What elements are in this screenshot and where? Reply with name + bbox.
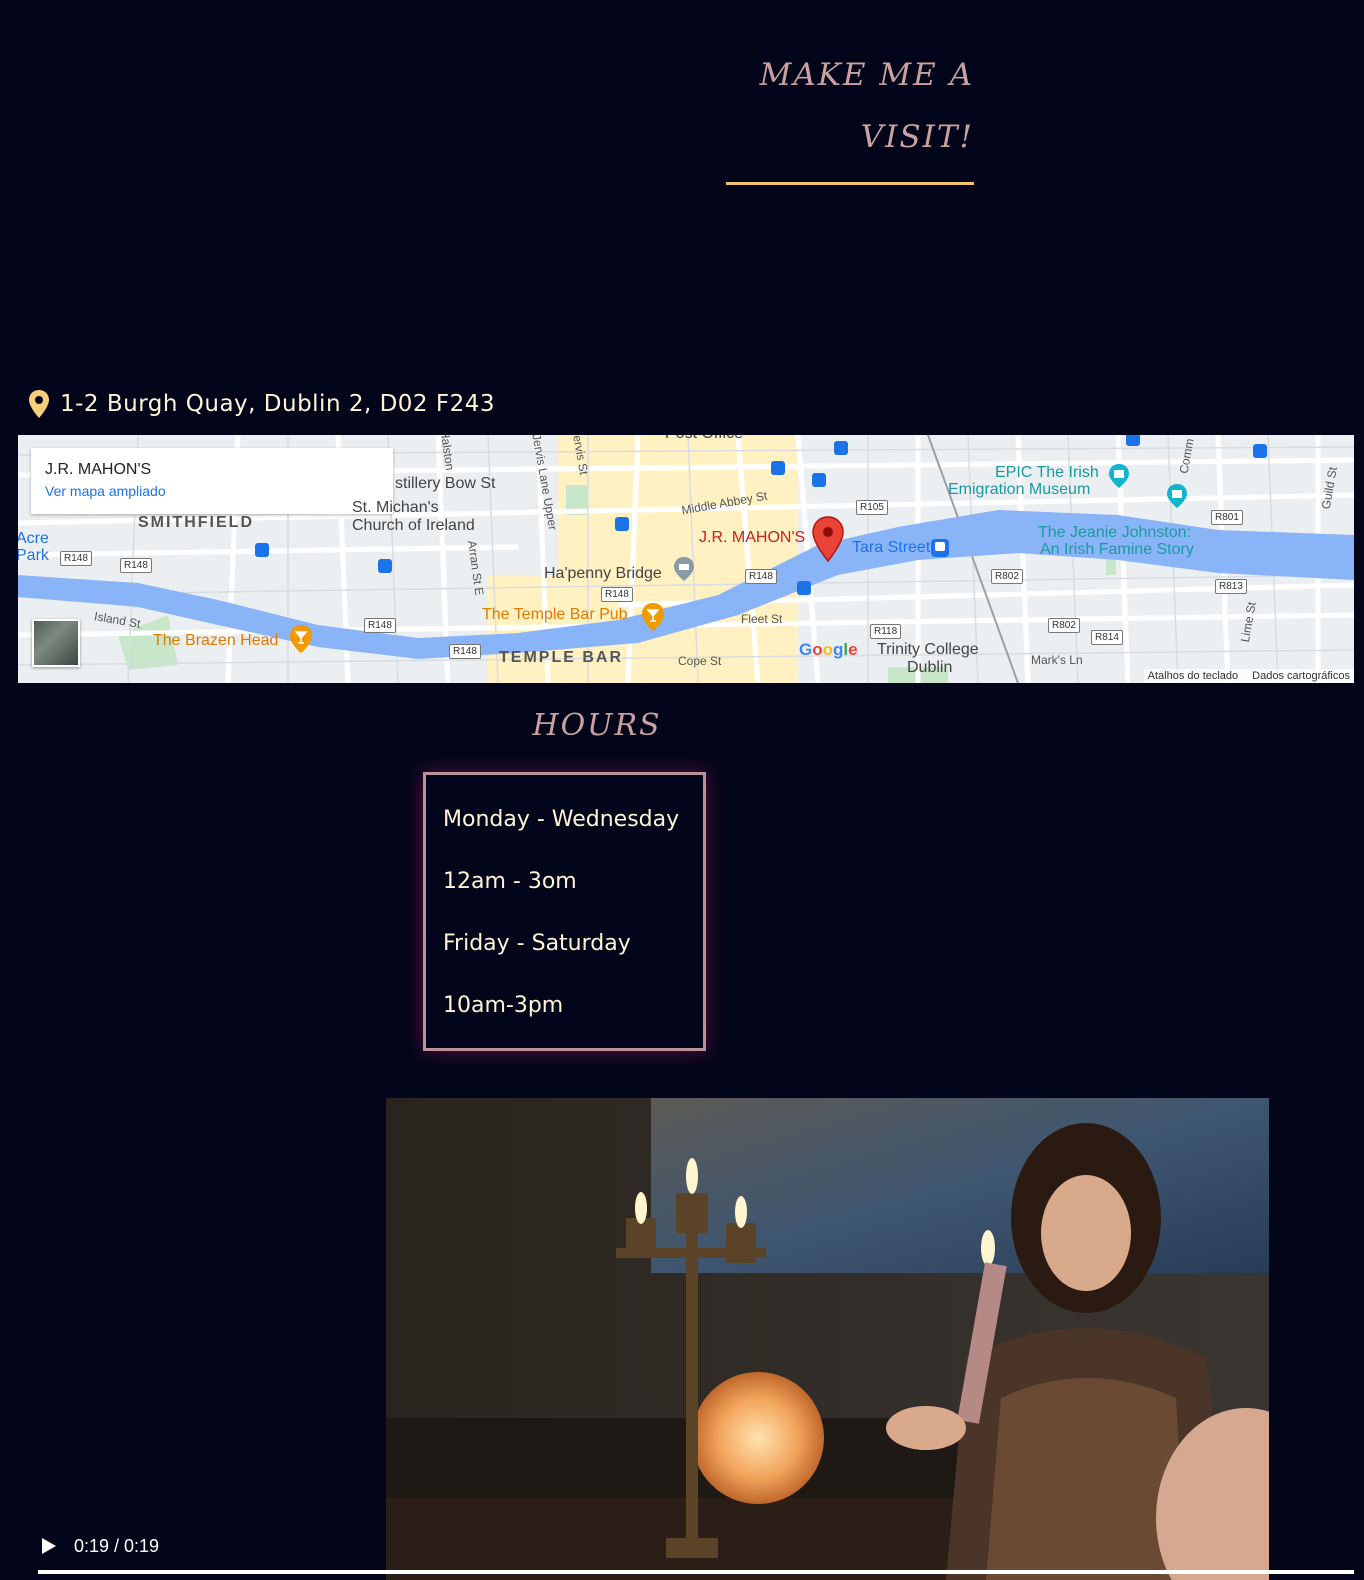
hours-days-1: Monday - Wednesday — [443, 807, 680, 832]
map-label-epic-1[interactable]: EPIC The Irish — [995, 464, 1099, 482]
video-progress-fill — [38, 1570, 1354, 1574]
bar-marker-icon-2[interactable] — [289, 624, 313, 654]
map-footer: Atalhos do teclado Dados cartográficos — [1143, 669, 1354, 683]
train-station-icon[interactable] — [930, 538, 950, 558]
embedded-map[interactable]: J.R. MAHON'S Ver mapa ampliado Post Offi… — [18, 435, 1354, 683]
bus-stop-icon-8[interactable] — [1253, 444, 1267, 458]
hours-time-2: 10am-3pm — [443, 993, 564, 1018]
bus-stop-icon-4[interactable] — [771, 461, 785, 475]
bus-stop-icon-5[interactable] — [812, 473, 826, 487]
map-label-bridge[interactable]: Ha'penny Bridge — [544, 565, 662, 583]
address-row: 1-2 Burgh Quay, Dublin 2, D02 F243 — [28, 382, 495, 426]
route-r148-a: R148 — [60, 551, 92, 566]
map-label-church-2[interactable]: Church of Ireland — [352, 517, 475, 535]
route-r801: R801 — [1211, 510, 1243, 525]
map-label-tara-street[interactable]: Tara Street — [852, 539, 930, 557]
video-player[interactable] — [386, 1098, 1269, 1580]
map-label-jeanie-2[interactable]: An Irish Famine Story — [1040, 541, 1194, 559]
map-data-link[interactable]: Dados cartográficos — [1252, 670, 1350, 682]
hours-time-1: 12am - 3om — [443, 869, 577, 894]
hours-days-2: Friday - Saturday — [443, 931, 631, 956]
bus-stop-icon-6[interactable] — [834, 441, 848, 455]
route-r802-b: R802 — [1048, 618, 1080, 633]
route-r148-f: R148 — [745, 569, 777, 584]
video-time: 0:19 / 0:19 — [74, 1535, 160, 1556]
route-r814: R814 — [1091, 630, 1123, 645]
route-r118: R118 — [870, 624, 902, 639]
map-marker-label[interactable]: J.R. MAHON'S — [699, 529, 805, 547]
map-card-title: J.R. MAHON'S — [45, 461, 152, 478]
route-r148-b: R148 — [120, 558, 152, 573]
bridge-marker-icon[interactable] — [673, 556, 695, 582]
route-r802-a: R802 — [991, 569, 1023, 584]
larger-map-link[interactable]: Ver mapa ampliado — [45, 483, 379, 499]
map-label-brazen-head[interactable]: The Brazen Head — [153, 632, 278, 650]
heading-underline — [726, 182, 974, 185]
map-label-trinity-1[interactable]: Trinity College — [877, 641, 979, 659]
bus-stop-icon-3[interactable] — [615, 517, 629, 531]
address-text: 1-2 Burgh Quay, Dublin 2, D02 F243 — [60, 391, 496, 417]
route-r148-d: R148 — [449, 644, 481, 659]
map-label-jeanie-1[interactable]: The Jeanie Johnston: — [1038, 524, 1191, 542]
play-icon[interactable] — [42, 1538, 56, 1554]
video-progress-bar[interactable] — [38, 1570, 1354, 1574]
bus-stop-icon-7[interactable] — [797, 581, 811, 595]
google-logo: Google — [799, 640, 858, 659]
map-pin-icon — [29, 390, 49, 418]
map-label-post-office: Post Office — [665, 435, 743, 443]
map-street-cope: Cope St — [678, 654, 722, 668]
keyboard-shortcuts-link[interactable]: Atalhos do teclado — [1148, 670, 1239, 682]
route-r813: R813 — [1215, 579, 1247, 594]
bus-stop-icon[interactable] — [255, 543, 269, 557]
route-r148-c: R148 — [364, 618, 396, 633]
map-info-card: J.R. MAHON'S Ver mapa ampliado — [31, 448, 393, 514]
museum-marker-icon[interactable] — [1108, 463, 1130, 489]
video-controls: 0:19 / 0:19 — [18, 1512, 1354, 1580]
route-r148-e: R148 — [601, 587, 633, 602]
video-frame — [386, 1098, 1269, 1580]
museum-marker-icon-2[interactable] — [1166, 483, 1188, 509]
route-r105: R105 — [856, 500, 888, 515]
satellite-toggle[interactable] — [32, 619, 80, 667]
hours-heading: HOURS — [532, 708, 662, 743]
map-label-epic-2[interactable]: Emigration Museum — [948, 481, 1090, 499]
map-label-acre: Acre — [18, 530, 49, 547]
map-street-marks: Mark's Ln — [1031, 653, 1083, 667]
map-label-park: Park — [18, 547, 49, 564]
hours-box: Monday - Wednesday 12am - 3om Friday - S… — [423, 772, 706, 1051]
location-marker-icon[interactable] — [811, 515, 845, 563]
map-area-temple-bar: TEMPLE BAR — [499, 649, 623, 666]
map-label-trinity-2[interactable]: Dublin — [907, 659, 952, 677]
visit-heading: MAKE ME A VISIT! — [720, 44, 974, 168]
map-street-fleet: Fleet St — [741, 612, 783, 626]
bar-marker-icon[interactable] — [641, 602, 665, 632]
visit-heading-line1: MAKE ME A — [759, 57, 974, 93]
bus-stop-icon-2[interactable] — [378, 559, 392, 573]
map-label-temple-bar-pub[interactable]: The Temple Bar Pub — [482, 606, 628, 624]
visit-heading-line2: VISIT! — [860, 119, 974, 155]
map-label-distillery[interactable]: stillery Bow St — [395, 475, 495, 493]
map-area-smithfield: SMITHFIELD — [138, 514, 254, 531]
bus-stop-icon-9[interactable] — [1126, 435, 1140, 446]
map-label-church-1[interactable]: St. Michan's — [352, 499, 439, 517]
